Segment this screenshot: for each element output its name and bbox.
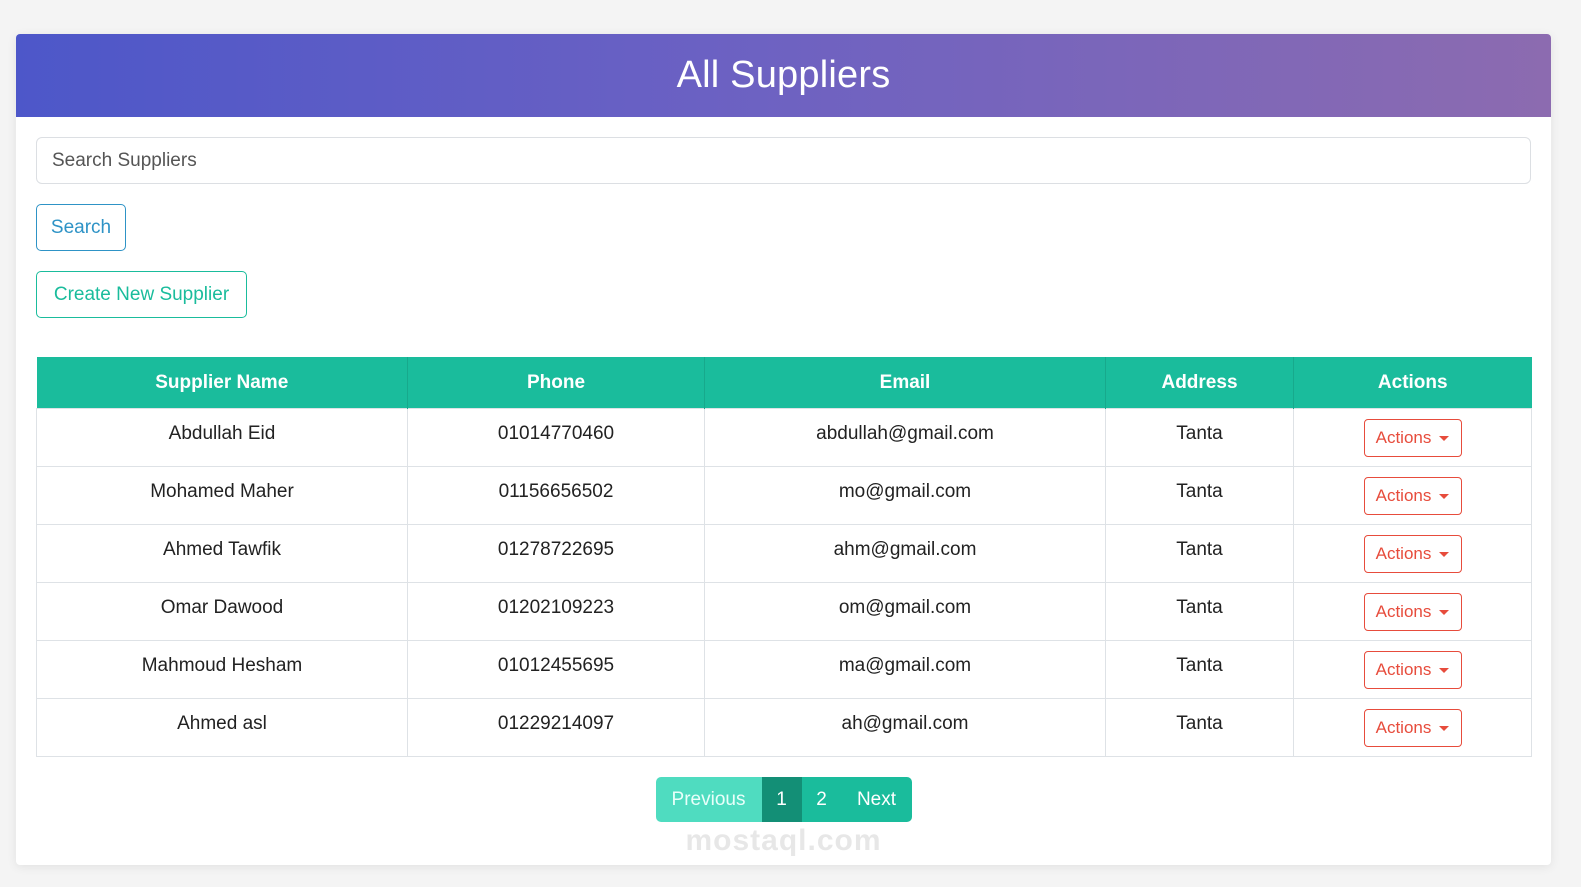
cell-actions: Actions	[1293, 698, 1532, 757]
card-header: All Suppliers	[16, 34, 1551, 117]
search-button[interactable]: Search	[36, 204, 126, 251]
column-header-actions: Actions	[1293, 357, 1532, 409]
cell-address: Tanta	[1105, 408, 1294, 467]
cell-actions: Actions	[1293, 582, 1532, 641]
table-row: Mohamed Maher 01156656502 mo@gmail.com T…	[36, 466, 1532, 525]
caret-down-icon	[1439, 551, 1450, 557]
caret-down-icon	[1439, 609, 1450, 615]
actions-dropdown-button[interactable]: Actions	[1363, 651, 1462, 689]
cell-phone: 01202109223	[407, 582, 705, 641]
cell-actions: Actions	[1293, 466, 1532, 525]
search-button-row: Search	[36, 184, 1531, 251]
cell-email: ah@gmail.com	[704, 698, 1106, 757]
cell-address: Tanta	[1105, 524, 1294, 583]
cell-email: ahm@gmail.com	[704, 524, 1106, 583]
cell-actions: Actions	[1293, 640, 1532, 699]
suppliers-table: Supplier Name Phone Email Address Action…	[36, 357, 1532, 757]
actions-dropdown-button[interactable]: Actions	[1363, 419, 1462, 457]
card-body: Search Create New Supplier Supplier Name…	[16, 117, 1551, 822]
cell-email: om@gmail.com	[704, 582, 1106, 641]
actions-label: Actions	[1375, 602, 1432, 621]
caret-down-icon	[1439, 667, 1450, 673]
cell-email: mo@gmail.com	[704, 466, 1106, 525]
cell-phone: 01156656502	[407, 466, 705, 525]
column-header-email: Email	[704, 357, 1106, 409]
cell-email: ma@gmail.com	[704, 640, 1106, 699]
cell-email: abdullah@gmail.com	[704, 408, 1106, 467]
actions-dropdown-button[interactable]: Actions	[1363, 535, 1462, 573]
cell-supplier-name: Ahmed Tawfik	[36, 524, 408, 583]
cell-address: Tanta	[1105, 640, 1294, 699]
caret-down-icon	[1439, 725, 1450, 731]
cell-address: Tanta	[1105, 582, 1294, 641]
cell-supplier-name: Ahmed asl	[36, 698, 408, 757]
cell-supplier-name: Omar Dawood	[36, 582, 408, 641]
pagination-previous-button[interactable]: Previous	[655, 777, 762, 822]
table-row: Mahmoud Hesham 01012455695 ma@gmail.com …	[36, 640, 1532, 699]
pager: Previous 1 2 Next	[655, 777, 912, 822]
table-row: Omar Dawood 01202109223 om@gmail.com Tan…	[36, 582, 1532, 641]
cell-phone: 01012455695	[407, 640, 705, 699]
actions-label: Actions	[1375, 428, 1432, 447]
suppliers-card: All Suppliers Search Create New Supplier…	[16, 34, 1551, 865]
cell-supplier-name: Abdullah Eid	[36, 408, 408, 467]
table-header-row: Supplier Name Phone Email Address Action…	[36, 357, 1532, 409]
column-header-address: Address	[1105, 357, 1294, 409]
cell-supplier-name: Mahmoud Hesham	[36, 640, 408, 699]
column-header-phone: Phone	[407, 357, 705, 409]
cell-phone: 01229214097	[407, 698, 705, 757]
actions-label: Actions	[1375, 486, 1432, 505]
table-row: Abdullah Eid 01014770460 abdullah@gmail.…	[36, 408, 1532, 467]
pagination: Previous 1 2 Next	[36, 777, 1531, 822]
column-header-supplier-name: Supplier Name	[36, 357, 408, 409]
actions-label: Actions	[1375, 544, 1432, 563]
cell-supplier-name: Mohamed Maher	[36, 466, 408, 525]
cell-address: Tanta	[1105, 466, 1294, 525]
cell-phone: 01014770460	[407, 408, 705, 467]
actions-label: Actions	[1375, 660, 1432, 679]
cell-actions: Actions	[1293, 524, 1532, 583]
cell-phone: 01278722695	[407, 524, 705, 583]
pagination-next-button[interactable]: Next	[841, 777, 912, 822]
caret-down-icon	[1439, 435, 1450, 441]
caret-down-icon	[1439, 493, 1450, 499]
pagination-page-1[interactable]: 1	[761, 777, 802, 822]
actions-dropdown-button[interactable]: Actions	[1363, 593, 1462, 631]
cell-address: Tanta	[1105, 698, 1294, 757]
create-supplier-button[interactable]: Create New Supplier	[36, 271, 247, 318]
pagination-page-2[interactable]: 2	[801, 777, 842, 822]
cell-actions: Actions	[1293, 408, 1532, 467]
search-input[interactable]	[36, 137, 1531, 184]
page-title: All Suppliers	[676, 54, 891, 96]
actions-label: Actions	[1375, 718, 1432, 737]
actions-dropdown-button[interactable]: Actions	[1363, 709, 1462, 747]
create-button-row: Create New Supplier	[36, 251, 1531, 318]
actions-dropdown-button[interactable]: Actions	[1363, 477, 1462, 515]
watermark: mostaql.com	[685, 824, 882, 857]
table-row: Ahmed Tawfik 01278722695 ahm@gmail.com T…	[36, 524, 1532, 583]
table-row: Ahmed asl 01229214097 ah@gmail.com Tanta…	[36, 698, 1532, 757]
